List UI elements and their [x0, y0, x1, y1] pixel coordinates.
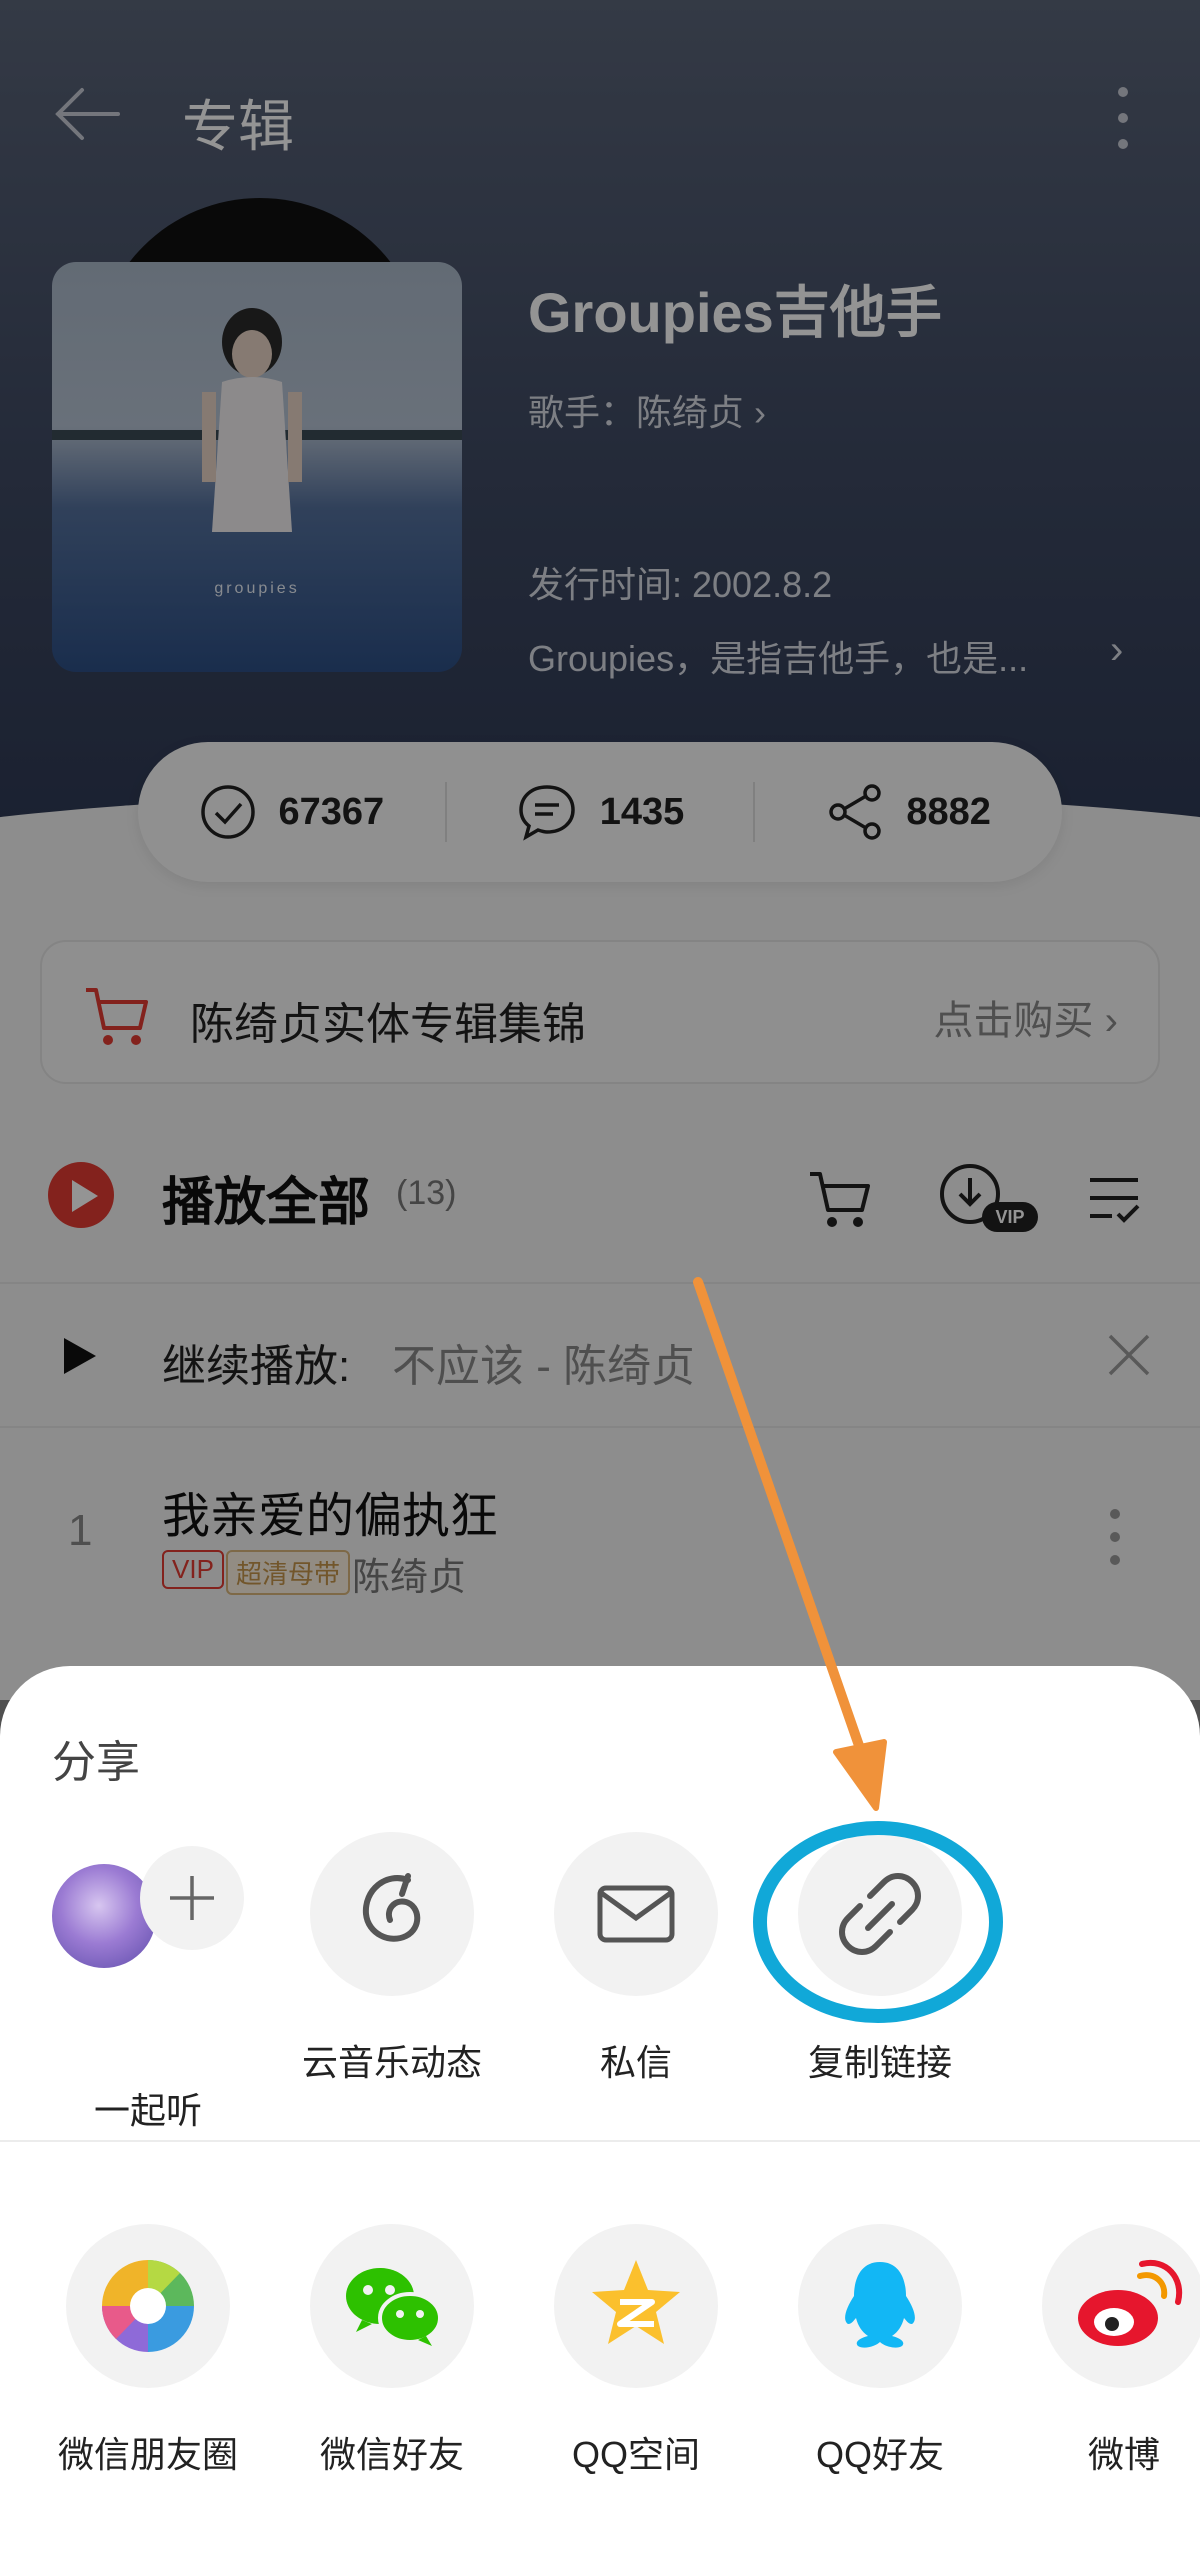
qq-icon	[845, 2262, 915, 2348]
share-label: QQ空间	[571, 2434, 700, 2475]
share-wechat-friend[interactable]: 微信好友	[272, 2224, 512, 2478]
wechat-moments-icon	[102, 2260, 194, 2352]
share-qq-friend[interactable]: QQ好友	[760, 2224, 1000, 2478]
icon-circle	[554, 2224, 718, 2388]
icon-circle	[1042, 2224, 1200, 2388]
share-label: 一起听	[93, 2090, 202, 2131]
icon-circle	[798, 2224, 962, 2388]
weibo-icon	[1078, 2259, 1183, 2346]
divider	[0, 2140, 1200, 2142]
share-wechat-moments[interactable]: 微信朋友圈	[28, 2224, 268, 2478]
icon-circle	[310, 1832, 474, 1996]
share-listen-together[interactable]: 一起听	[28, 1880, 268, 2134]
icon-circle	[310, 2224, 474, 2388]
share-label: 微信好友	[319, 2434, 464, 2475]
share-label: 微博	[1087, 2434, 1160, 2475]
share-label: 复制链接	[807, 2042, 952, 2083]
share-weibo[interactable]: 微博	[1004, 2224, 1200, 2478]
share-copy-link[interactable]: 复制链接	[760, 1832, 1000, 2086]
share-sheet: 分享 一起听 云音乐动态 私信 复制链接 微信朋友圈 微信好友 QQ空间 QQ好…	[0, 1666, 1200, 2550]
share-private-message[interactable]: 私信	[516, 1832, 756, 2086]
share-qzone[interactable]: QQ空间	[516, 2224, 756, 2478]
share-label: 云音乐动态	[301, 2042, 482, 2083]
icon-circle	[554, 1832, 718, 1996]
share-cloud-moment[interactable]: 云音乐动态	[272, 1832, 512, 2086]
share-label: QQ好友	[815, 2434, 944, 2475]
icon-circle	[66, 2224, 230, 2388]
share-label: 私信	[599, 2042, 672, 2083]
share-title: 分享	[52, 1738, 140, 1787]
qzone-icon	[592, 2260, 680, 2344]
link-icon	[839, 1873, 921, 1955]
share-label: 微信朋友圈	[57, 2434, 238, 2475]
icon-circle	[798, 1832, 962, 1996]
mail-icon	[597, 1885, 675, 1943]
cloud-music-moment-icon	[362, 1873, 421, 1942]
wechat-icon	[346, 2268, 442, 2346]
